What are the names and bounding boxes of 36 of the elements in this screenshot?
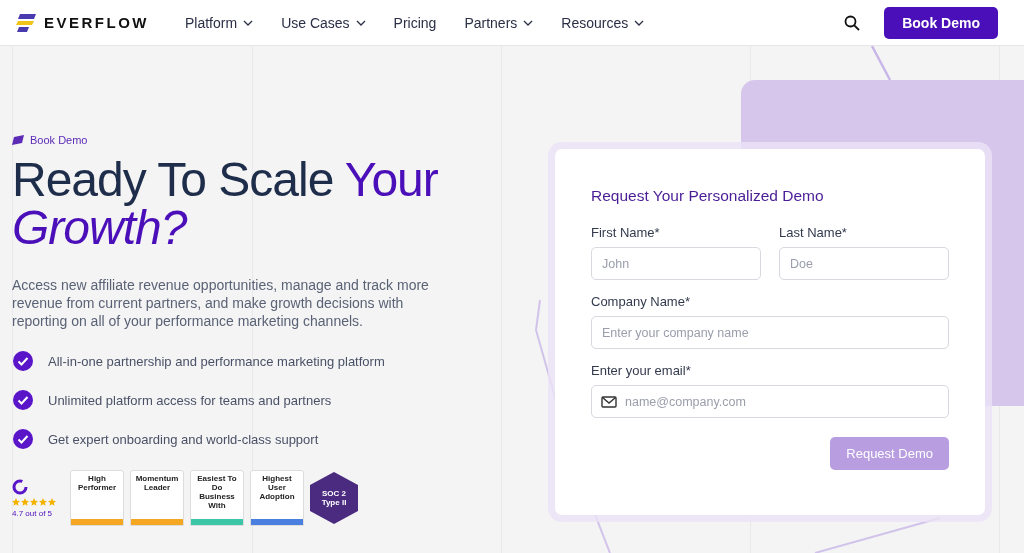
hero-headline: Ready To Scale Your Growth?	[12, 156, 439, 252]
logo-wordmark[interactable]: EVERFLOW	[44, 14, 149, 31]
badge-title: Easiest To Do Business With	[196, 473, 238, 510]
nav-link[interactable]: Pricing	[393, 14, 437, 31]
form-title: Request Your Personalized Demo	[591, 187, 825, 205]
nav-link[interactable]: Platform	[185, 14, 254, 31]
hero-description: Access new affiliate revenue opportunities, manage and track more revenue from current partners, and make growth decisions with reporting on all of your performance marketing channels.	[12, 276, 430, 330]
input-field[interactable]: Doe	[779, 247, 949, 280]
logo-icon	[16, 13, 36, 32]
feature-text: All-in-one partnership and performance marketing platform	[48, 353, 385, 369]
nav-link[interactable]: Use Cases	[281, 14, 366, 31]
eyebrow-label: Book Demo	[30, 134, 88, 146]
flag-icon	[12, 135, 24, 145]
input-field[interactable]: name@company.com	[591, 385, 949, 418]
input-field[interactable]: John	[591, 247, 761, 280]
decorative-line	[870, 45, 892, 81]
g2-logo-icon	[12, 478, 28, 495]
feature-text: Unlimited platform access for teams and partners	[48, 392, 332, 408]
rating-text: 4.7 out of 5	[12, 508, 54, 518]
badge-title: Highest User Adoption	[258, 473, 296, 501]
feature-text: Get expert onboarding and world-class support	[48, 431, 319, 447]
field-label: Last Name*	[779, 225, 848, 240]
field-label: First Name*	[591, 225, 661, 240]
badge-title: High Performer	[76, 473, 118, 492]
field-label: Company Name*	[591, 294, 691, 309]
input-field[interactable]: Enter your company name	[591, 316, 949, 349]
check-icon	[12, 428, 34, 450]
nav-link[interactable]: Partners	[464, 14, 534, 31]
check-icon	[12, 350, 34, 372]
badge-title: Momentum Leader	[134, 473, 180, 492]
check-icon	[12, 389, 34, 411]
field-label: Enter your email*	[591, 363, 692, 378]
certification-badge: SOC 2 Type II	[310, 472, 358, 524]
book-demo-button[interactable]: Book Demo	[884, 6, 998, 39]
nav-link[interactable]: Resources	[561, 14, 645, 31]
search-icon[interactable]	[844, 14, 861, 31]
